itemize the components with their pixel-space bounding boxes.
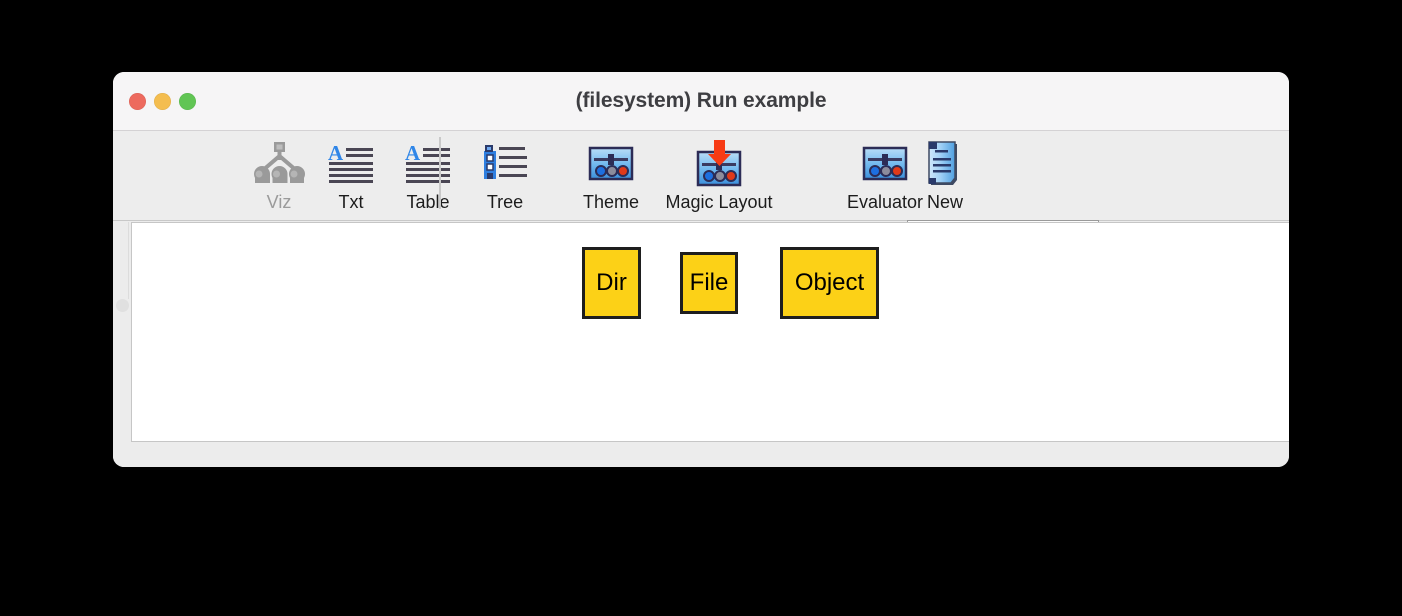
toolbar-label-table: Table	[406, 192, 450, 212]
window-title: (filesystem) Run example	[575, 89, 827, 112]
diagram-node-file[interactable]: File	[680, 252, 738, 314]
svg-text:A: A	[328, 143, 344, 165]
toolbar-item-viz[interactable]: Viz	[241, 139, 317, 213]
toolbar: Viz A Txt A Table Tree Theme Magic Layou…	[113, 131, 1289, 253]
text-lines-icon: A	[313, 139, 389, 189]
diagram-node-dir[interactable]: Dir	[582, 247, 641, 319]
toolbar-item-new[interactable]: New	[907, 139, 983, 213]
content-area: Dir File Object	[113, 222, 1289, 467]
split-pane-track	[116, 222, 129, 299]
diagram-node-object[interactable]: Object	[780, 247, 879, 319]
toolbar-item-magic-layout[interactable]: Magic Layout	[628, 139, 810, 213]
text-lines-icon: A	[390, 139, 466, 189]
split-pane-handle[interactable]	[116, 299, 129, 312]
diagram-canvas[interactable]: Dir File Object	[131, 222, 1289, 442]
toolbar-label-magic-layout: Magic Layout	[665, 192, 773, 212]
toolbar-item-txt[interactable]: A Txt	[313, 139, 389, 213]
sliders-arrow-icon	[628, 139, 810, 189]
toolbar-separator	[439, 137, 441, 209]
app-window: (filesystem) Run example Viz A Txt A Tab…	[113, 72, 1289, 467]
split-pane-divider[interactable]	[113, 222, 131, 467]
hierarchy-icon	[241, 139, 317, 189]
scroll-icon	[907, 139, 983, 189]
toolbar-label-txt: Txt	[338, 192, 364, 212]
svg-text:A: A	[405, 143, 421, 165]
tree-list-icon	[467, 139, 543, 189]
toolbar-label-new: New	[926, 192, 963, 212]
toolbar-item-table[interactable]: A Table	[390, 139, 466, 213]
window-titlebar: (filesystem) Run example	[113, 72, 1289, 131]
toolbar-label-tree: Tree	[486, 192, 524, 212]
toolbar-item-tree[interactable]: Tree	[467, 139, 543, 213]
toolbar-label-viz: Viz	[266, 192, 292, 212]
